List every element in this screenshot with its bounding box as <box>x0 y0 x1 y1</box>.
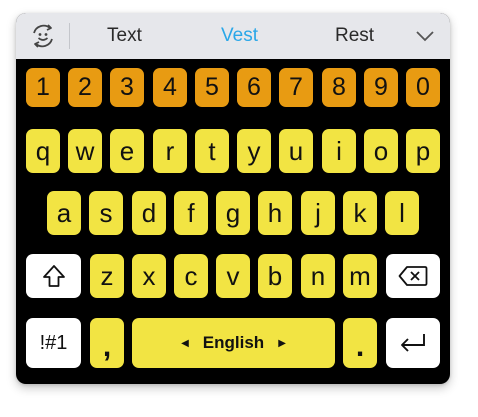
key-g[interactable]: g <box>216 191 250 235</box>
key-z[interactable]: z <box>90 254 124 298</box>
enter-key[interactable] <box>386 318 440 368</box>
key-j[interactable]: j <box>301 191 335 235</box>
key-d[interactable]: d <box>132 191 166 235</box>
key-p[interactable]: p <box>406 129 440 173</box>
key-v[interactable]: v <box>216 254 250 298</box>
key-q[interactable]: q <box>26 129 60 173</box>
key-r[interactable]: r <box>153 129 187 173</box>
key-l[interactable]: l <box>385 191 419 235</box>
right-arrow-icon: ▶ <box>278 337 286 349</box>
key-u[interactable]: u <box>279 129 313 173</box>
suggestion-text[interactable]: Text <box>107 25 142 47</box>
key-f[interactable]: f <box>174 191 208 235</box>
key-5[interactable]: 5 <box>195 68 229 107</box>
period-key[interactable]: . <box>343 318 377 368</box>
key-n[interactable]: n <box>301 254 335 298</box>
key-9[interactable]: 9 <box>364 68 398 107</box>
key-7[interactable]: 7 <box>279 68 313 107</box>
key-s[interactable]: s <box>89 191 123 235</box>
symbols-key[interactable]: !#1 <box>26 318 81 368</box>
suggestion-rest[interactable]: Rest <box>335 25 374 47</box>
left-arrow-icon: ◀ <box>181 337 189 349</box>
key-y[interactable]: y <box>237 129 271 173</box>
key-8[interactable]: 8 <box>322 68 356 107</box>
backspace-icon <box>398 266 428 286</box>
key-2[interactable]: 2 <box>68 68 102 107</box>
key-e[interactable]: e <box>110 129 144 173</box>
keyboard: Text Vest Rest 1 2 3 4 5 6 7 8 9 0 q w e… <box>16 13 450 384</box>
period-label: . <box>355 330 365 363</box>
suggestion-bar: Text Vest Rest <box>16 13 450 59</box>
key-b[interactable]: b <box>258 254 292 298</box>
key-3[interactable]: 3 <box>110 68 144 107</box>
key-k[interactable]: k <box>343 191 377 235</box>
comma-label: , <box>102 330 112 363</box>
key-i[interactable]: i <box>322 129 356 173</box>
key-6[interactable]: 6 <box>237 68 271 107</box>
key-h[interactable]: h <box>258 191 292 235</box>
key-c[interactable]: c <box>174 254 208 298</box>
backspace-key[interactable] <box>386 254 440 298</box>
key-4[interactable]: 4 <box>153 68 187 107</box>
key-o[interactable]: o <box>364 129 398 173</box>
comma-key[interactable]: , <box>90 318 124 368</box>
key-1[interactable]: 1 <box>26 68 60 107</box>
key-w[interactable]: w <box>68 129 102 173</box>
chevron-down-icon[interactable] <box>414 26 436 46</box>
space-key[interactable]: ◀ English ▶ <box>132 318 335 368</box>
key-x[interactable]: x <box>132 254 166 298</box>
suggestion-vest[interactable]: Vest <box>221 25 258 47</box>
shift-key[interactable] <box>26 254 81 298</box>
shift-arrow-icon <box>42 265 65 287</box>
emoji-sync-icon[interactable] <box>29 22 57 50</box>
key-a[interactable]: a <box>47 191 81 235</box>
key-0[interactable]: 0 <box>406 68 440 107</box>
enter-icon <box>401 334 425 352</box>
space-label: English <box>202 333 265 352</box>
key-t[interactable]: t <box>195 129 229 173</box>
suggestion-divider <box>69 23 70 49</box>
key-m[interactable]: m <box>343 254 377 298</box>
